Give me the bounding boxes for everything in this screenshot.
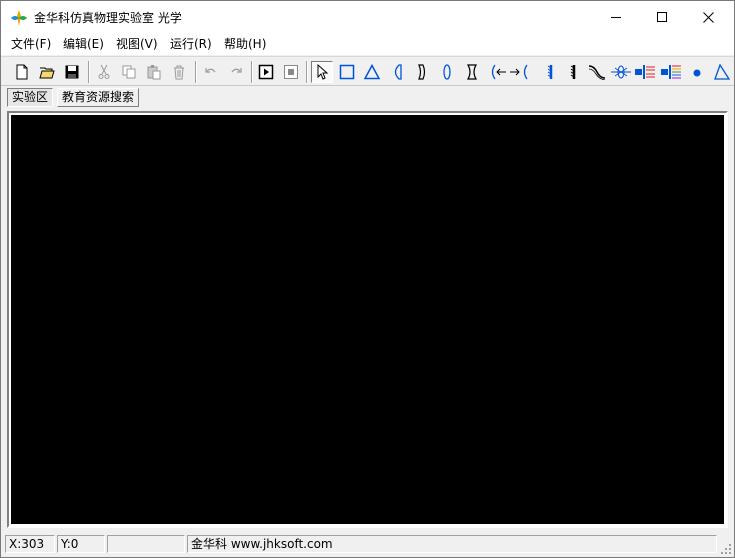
concave-lens-icon[interactable] bbox=[461, 61, 483, 83]
close-button[interactable] bbox=[685, 1, 731, 33]
save-icon[interactable] bbox=[61, 61, 83, 83]
grating-icon[interactable] bbox=[539, 61, 561, 83]
paste-icon[interactable] bbox=[143, 61, 165, 83]
menu-file[interactable]: 文件(F) bbox=[11, 37, 51, 51]
stop-icon[interactable] bbox=[280, 61, 302, 83]
minimize-button[interactable] bbox=[593, 1, 639, 33]
laser-icon[interactable] bbox=[610, 61, 632, 83]
concave-mirror-icon[interactable] bbox=[411, 61, 433, 83]
canvas-frame bbox=[7, 111, 728, 528]
maximize-button[interactable] bbox=[639, 1, 685, 33]
pointer-icon[interactable] bbox=[311, 61, 333, 83]
menu-run[interactable]: 运行(R) bbox=[170, 37, 212, 51]
light-source-icon[interactable] bbox=[634, 61, 656, 83]
menu-view[interactable]: 视图(V) bbox=[116, 37, 158, 51]
light-path-icon[interactable] bbox=[488, 61, 530, 83]
menu-edit[interactable]: 编辑(E) bbox=[63, 37, 104, 51]
app-window: 金华科仿真物理实验室 光学 文件(F) 编辑(E) 视图(V) 运行(R) 帮助… bbox=[0, 0, 735, 558]
delete-icon[interactable] bbox=[168, 61, 190, 83]
run-icon[interactable] bbox=[255, 61, 277, 83]
new-file-icon[interactable] bbox=[11, 61, 33, 83]
window-title: 金华科仿真物理实验室 光学 bbox=[34, 11, 182, 25]
prism-icon[interactable] bbox=[361, 61, 383, 83]
toolbar-separator bbox=[251, 61, 253, 83]
optical-fiber-icon[interactable] bbox=[586, 61, 608, 83]
spectrum-source-icon[interactable] bbox=[660, 61, 682, 83]
toolbar-separator bbox=[88, 61, 90, 83]
experiment-canvas[interactable] bbox=[11, 115, 724, 524]
open-folder-icon[interactable] bbox=[36, 61, 58, 83]
menu-bar: 文件(F) 编辑(E) 视图(V) 运行(R) 帮助(H) bbox=[1, 33, 734, 55]
menu-help[interactable]: 帮助(H) bbox=[224, 37, 266, 51]
toolbar-separator bbox=[195, 61, 197, 83]
plano-concave-lens-icon[interactable] bbox=[386, 61, 408, 83]
redo-icon[interactable] bbox=[225, 61, 247, 83]
undo-icon[interactable] bbox=[200, 61, 222, 83]
triangle-tool-icon[interactable] bbox=[711, 61, 733, 83]
point-source-icon[interactable] bbox=[686, 61, 708, 83]
rectangle-icon[interactable] bbox=[336, 61, 358, 83]
toolbar bbox=[1, 56, 734, 86]
status-company: 金华科 www.jhksoft.com bbox=[187, 535, 717, 553]
status-empty-pane bbox=[107, 535, 185, 553]
cut-icon[interactable] bbox=[93, 61, 115, 83]
filter-icon[interactable] bbox=[562, 61, 584, 83]
convex-lens-icon[interactable] bbox=[436, 61, 458, 83]
app-logo-icon bbox=[10, 9, 28, 27]
status-y-coordinate: Y:0 bbox=[57, 535, 105, 553]
tab-lab-area[interactable]: 实验区 bbox=[7, 88, 54, 107]
resize-grip-icon[interactable] bbox=[720, 543, 732, 555]
status-bar: X:303 Y:0 金华科 www.jhksoft.com bbox=[1, 533, 734, 557]
title-bar[interactable]: 金华科仿真物理实验室 光学 bbox=[1, 1, 734, 33]
copy-icon[interactable] bbox=[118, 61, 140, 83]
toolbar-separator bbox=[306, 61, 308, 83]
tab-education-search[interactable]: 教育资源搜索 bbox=[57, 88, 140, 107]
tab-strip: 实验区 教育资源搜索 bbox=[1, 87, 734, 109]
status-x-coordinate: X:303 bbox=[5, 535, 55, 553]
